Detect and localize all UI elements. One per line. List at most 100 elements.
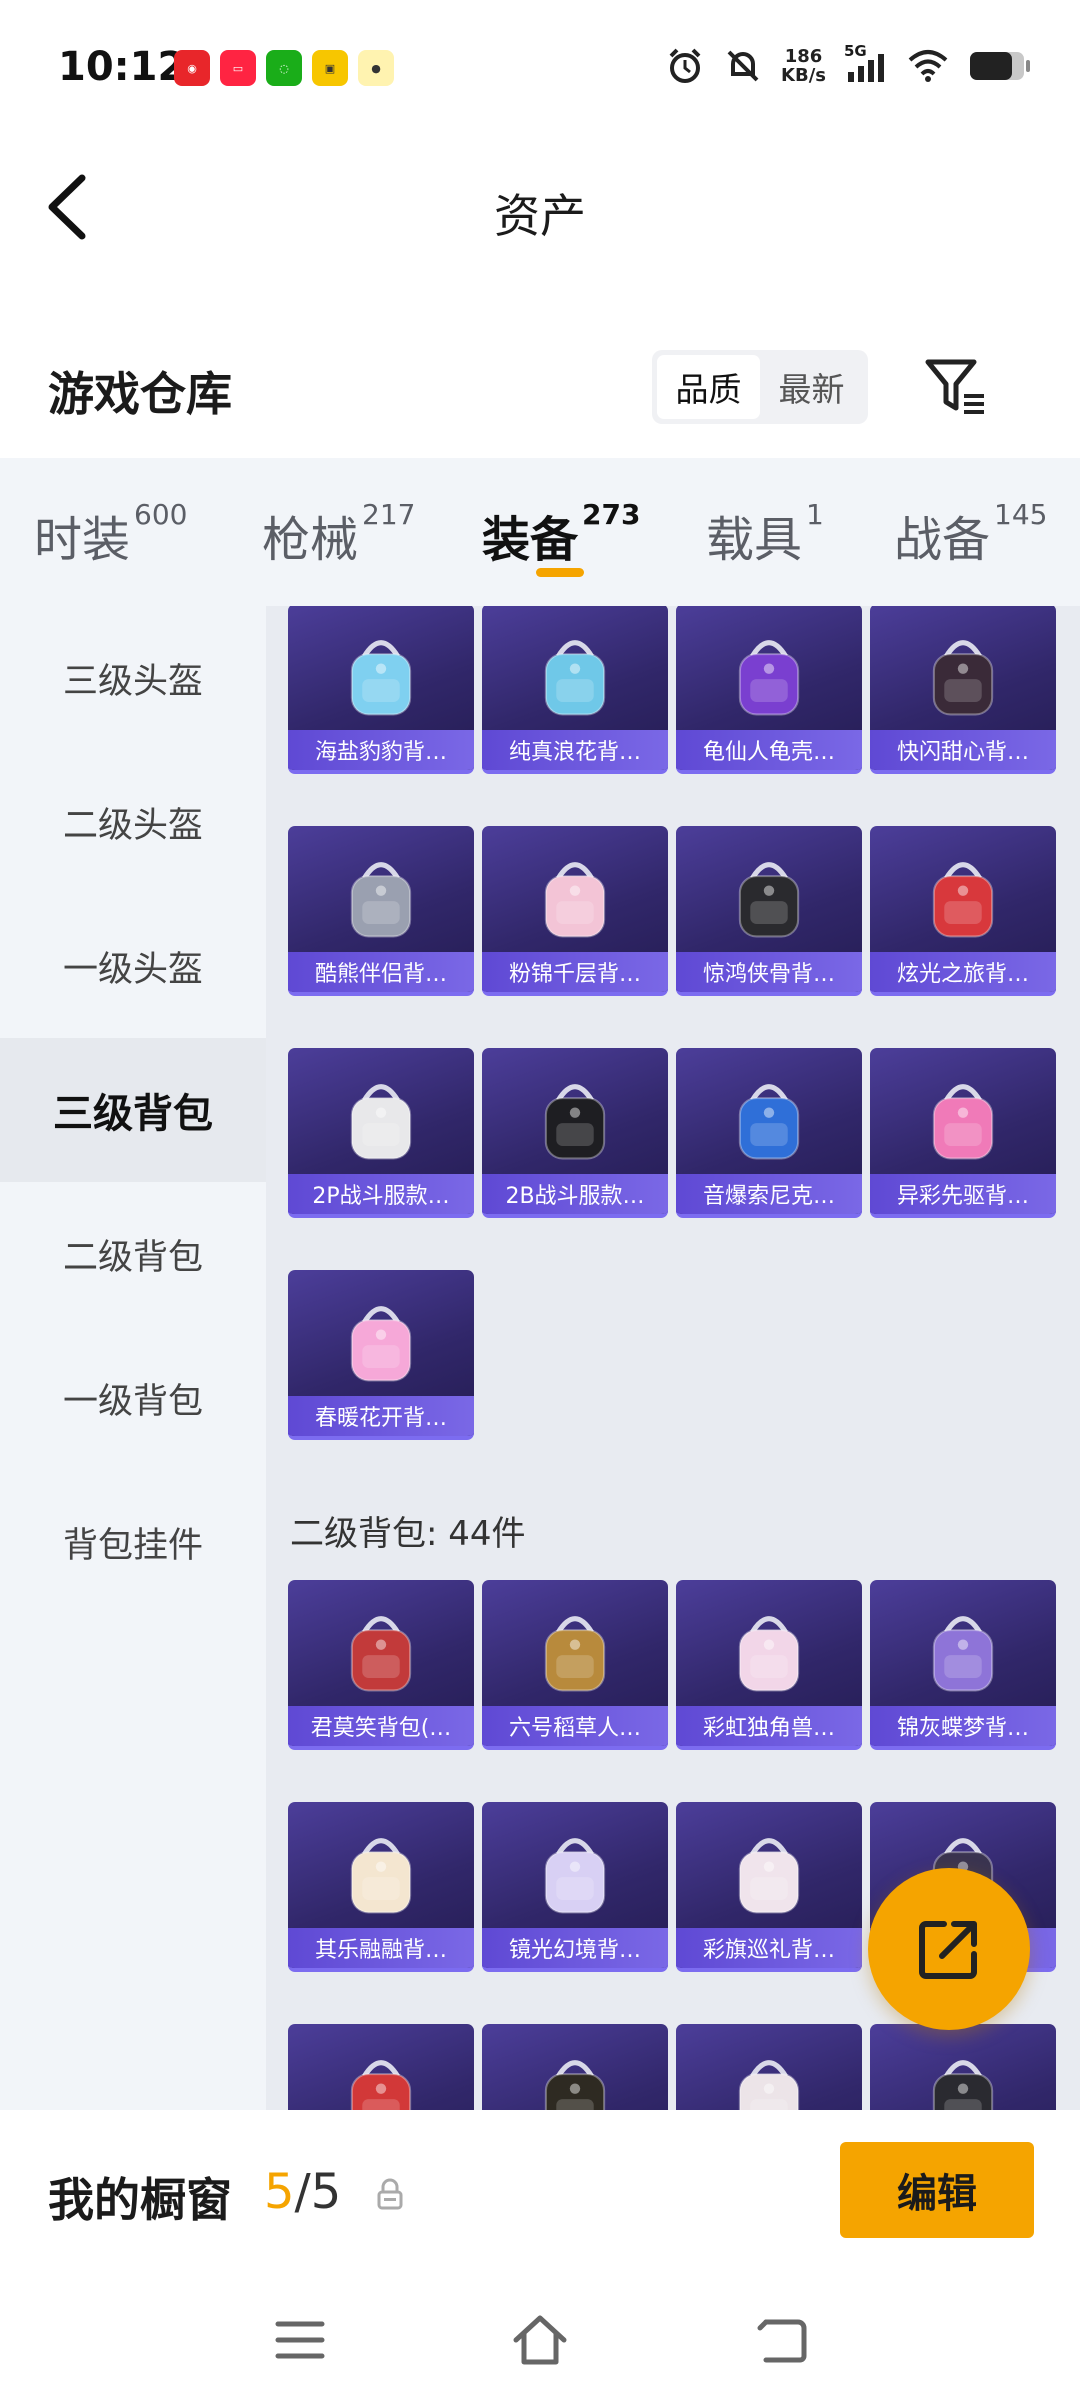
item-card[interactable]: 快闪甜心背… [870,606,1056,774]
item-card[interactable] [676,2024,862,2110]
backpack-icon [350,1306,412,1382]
item-card[interactable]: 炫光之旅背… [870,826,1056,996]
item-card[interactable]: 镜光幻境背… [482,1802,668,1972]
item-name: 六号稻草人… [482,1706,668,1746]
item-name: 锦灰蝶梦背… [870,1706,1056,1746]
showcase-count-sep: / [294,2164,311,2220]
sidebar-item-backpack-l3[interactable]: 三级背包 [0,1038,266,1182]
backpack-icon [932,1084,994,1160]
item-card[interactable]: 龟仙人龟壳… [676,606,862,774]
backpack-icon [932,862,994,938]
signal-icon: 5G [844,42,888,84]
item-card[interactable] [482,2024,668,2110]
backpack-icon [544,1616,606,1692]
sort-quality-button[interactable]: 品质 [657,355,760,419]
item-card[interactable]: 六号稻草人… [482,1580,668,1750]
sidebar-item-backpack-l2[interactable]: 二级背包 [0,1182,266,1326]
back-nav-icon[interactable] [752,2310,812,2370]
battery-icon [970,52,1030,80]
tab-equipment[interactable]: 装备 273 [482,498,640,570]
backpack-icon [350,1616,412,1692]
sidebar-item-helmet-l2[interactable]: 二级头盔 [0,750,266,894]
item-name: 彩旗巡礼背… [676,1928,862,1968]
tab-supplies[interactable]: 战备 145 [894,498,1048,570]
tab-count: 217 [362,498,416,531]
item-card[interactable]: 君莫笑背包(… [288,1580,474,1750]
item-name: 海盐豹豹背… [288,730,474,770]
item-name: 酷熊伴侣背… [288,952,474,992]
item-card[interactable]: 春暖花开背… [288,1270,474,1440]
wechat-icon: ◌ [266,50,302,86]
backpack-icon [544,862,606,938]
item-card[interactable]: 2P战斗服款… [288,1048,474,1218]
item-card[interactable] [288,2024,474,2110]
alarm-icon [669,48,701,83]
home-nav-icon[interactable] [510,2310,570,2370]
tab-weapons[interactable]: 枪械 217 [262,498,416,570]
backpack-icon [350,640,412,716]
backpack-icon [932,2060,994,2110]
backpack-icon [350,2060,412,2110]
speed-unit: KB/s [781,65,826,86]
item-card[interactable]: 海盐豹豹背… [288,606,474,774]
backpack-icon [738,1838,800,1914]
filter-icon[interactable] [924,356,988,416]
speed-value: 186 [784,46,823,67]
share-fab[interactable] [868,1868,1030,2030]
item-name: 惊鸿侠骨背… [676,952,862,992]
tab-vehicles[interactable]: 载具 1 [706,498,824,570]
menu-nav-icon[interactable] [270,2310,330,2370]
backpack-icon [738,862,800,938]
sidebar-item-backpack-charm[interactable]: 背包挂件 [0,1470,266,1614]
item-name: 异彩先驱背… [870,1174,1056,1214]
item-name: 其乐融融背… [288,1928,474,1968]
item-card[interactable]: 惊鸿侠骨背… [676,826,862,996]
tab-label: 时装 [34,512,131,568]
tab-count: 145 [994,498,1048,531]
edit-button[interactable]: 编辑 [840,2142,1034,2238]
showcase-panel: 我的橱窗 5/5 编辑 [0,2110,1080,2400]
notification-app-icons: ◉ ▭ ◌ ▣ ● [174,50,394,86]
backpack-icon [738,1084,800,1160]
app-cat-icon: ● [358,50,394,86]
xiaohongshu-icon: ▭ [220,50,256,86]
item-card[interactable]: 酷熊伴侣背… [288,826,474,996]
lock-icon [377,2178,403,2210]
item-card[interactable]: 2B战斗服款… [482,1048,668,1218]
item-card[interactable]: 其乐融融背… [288,1802,474,1972]
category-tabs: 时装 600 枪械 217 装备 273 载具 1 战备 145 [0,458,1080,606]
item-card[interactable]: 锦灰蝶梦背… [870,1580,1056,1750]
item-name: 龟仙人龟壳… [676,730,862,770]
tab-label: 载具 [706,512,803,568]
item-card[interactable]: 彩旗巡礼背… [676,1802,862,1972]
item-card[interactable]: 音爆索尼克… [676,1048,862,1218]
backpack-icon [544,1084,606,1160]
item-name: 炫光之旅背… [870,952,1056,992]
item-card[interactable]: 彩虹独角兽… [676,1580,862,1750]
tab-fashion[interactable]: 时装 600 [34,498,188,570]
item-card[interactable]: 粉锦千层背… [482,826,668,996]
warehouse-title: 游戏仓库 [48,367,232,421]
backpack-icon [544,640,606,716]
mute-bell-icon [727,50,759,82]
item-name: 彩虹独角兽… [676,1706,862,1746]
sidebar-item-helmet-l3[interactable]: 三级头盔 [0,606,266,750]
page-title: 资产 [494,189,586,243]
status-time: 10:12 [58,44,186,90]
backpack-icon [932,1616,994,1692]
item-name: 春暖花开背… [288,1396,474,1436]
item-name: 纯真浪花背… [482,730,668,770]
sidebar-item-backpack-l1[interactable]: 一级背包 [0,1326,266,1470]
item-name: 粉锦千层背… [482,952,668,992]
sort-toggle: 品质 最新 [652,350,868,424]
item-card[interactable]: 异彩先驱背… [870,1048,1056,1218]
item-card[interactable]: 纯真浪花背… [482,606,668,774]
tab-count: 600 [134,498,188,531]
backpack-icon [350,862,412,938]
backpack-icon [738,2060,800,2110]
sidebar-item-helmet-l1[interactable]: 一级头盔 [0,894,266,1038]
item-card[interactable] [870,2024,1056,2110]
app-yellow-icon: ▣ [312,50,348,86]
sort-newest-button[interactable]: 最新 [760,355,863,419]
backpack-icon [544,1838,606,1914]
